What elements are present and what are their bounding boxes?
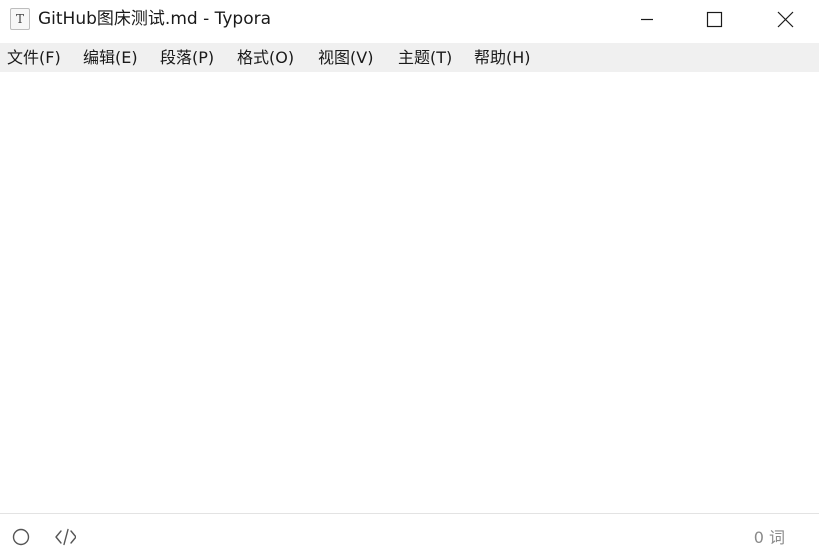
menu-view[interactable]: 视图(V): [318, 47, 373, 69]
source-code-mode-icon[interactable]: [54, 526, 76, 548]
minimize-icon: [641, 18, 653, 21]
close-button[interactable]: [757, 0, 813, 40]
minimize-button[interactable]: [619, 0, 675, 40]
maximize-icon: [706, 11, 723, 28]
maximize-button[interactable]: [686, 0, 742, 40]
typora-window: T GitHub图床测试.md - Typora 文件(F) 编辑(E) 段落(…: [0, 0, 819, 555]
close-icon: [777, 11, 794, 28]
menu-format[interactable]: 格式(O): [237, 47, 294, 69]
menu-edit[interactable]: 编辑(E): [83, 47, 138, 69]
status-bar: 0 词: [0, 513, 819, 555]
title-bar[interactable]: T GitHub图床测试.md - Typora: [0, 0, 819, 41]
editor-area[interactable]: [0, 72, 819, 513]
menu-help[interactable]: 帮助(H): [474, 47, 531, 69]
menu-bar: 文件(F) 编辑(E) 段落(P) 格式(O) 视图(V) 主题(T) 帮助(H…: [0, 43, 819, 72]
menu-theme[interactable]: 主题(T): [398, 47, 452, 69]
menu-paragraph[interactable]: 段落(P): [160, 47, 214, 69]
sidebar-toggle-circle-icon[interactable]: [10, 526, 32, 548]
typora-app-icon: T: [10, 8, 30, 30]
window-title: GitHub图床测试.md - Typora: [38, 9, 272, 29]
word-count[interactable]: 0 词: [754, 527, 785, 549]
menu-file[interactable]: 文件(F): [7, 47, 61, 69]
